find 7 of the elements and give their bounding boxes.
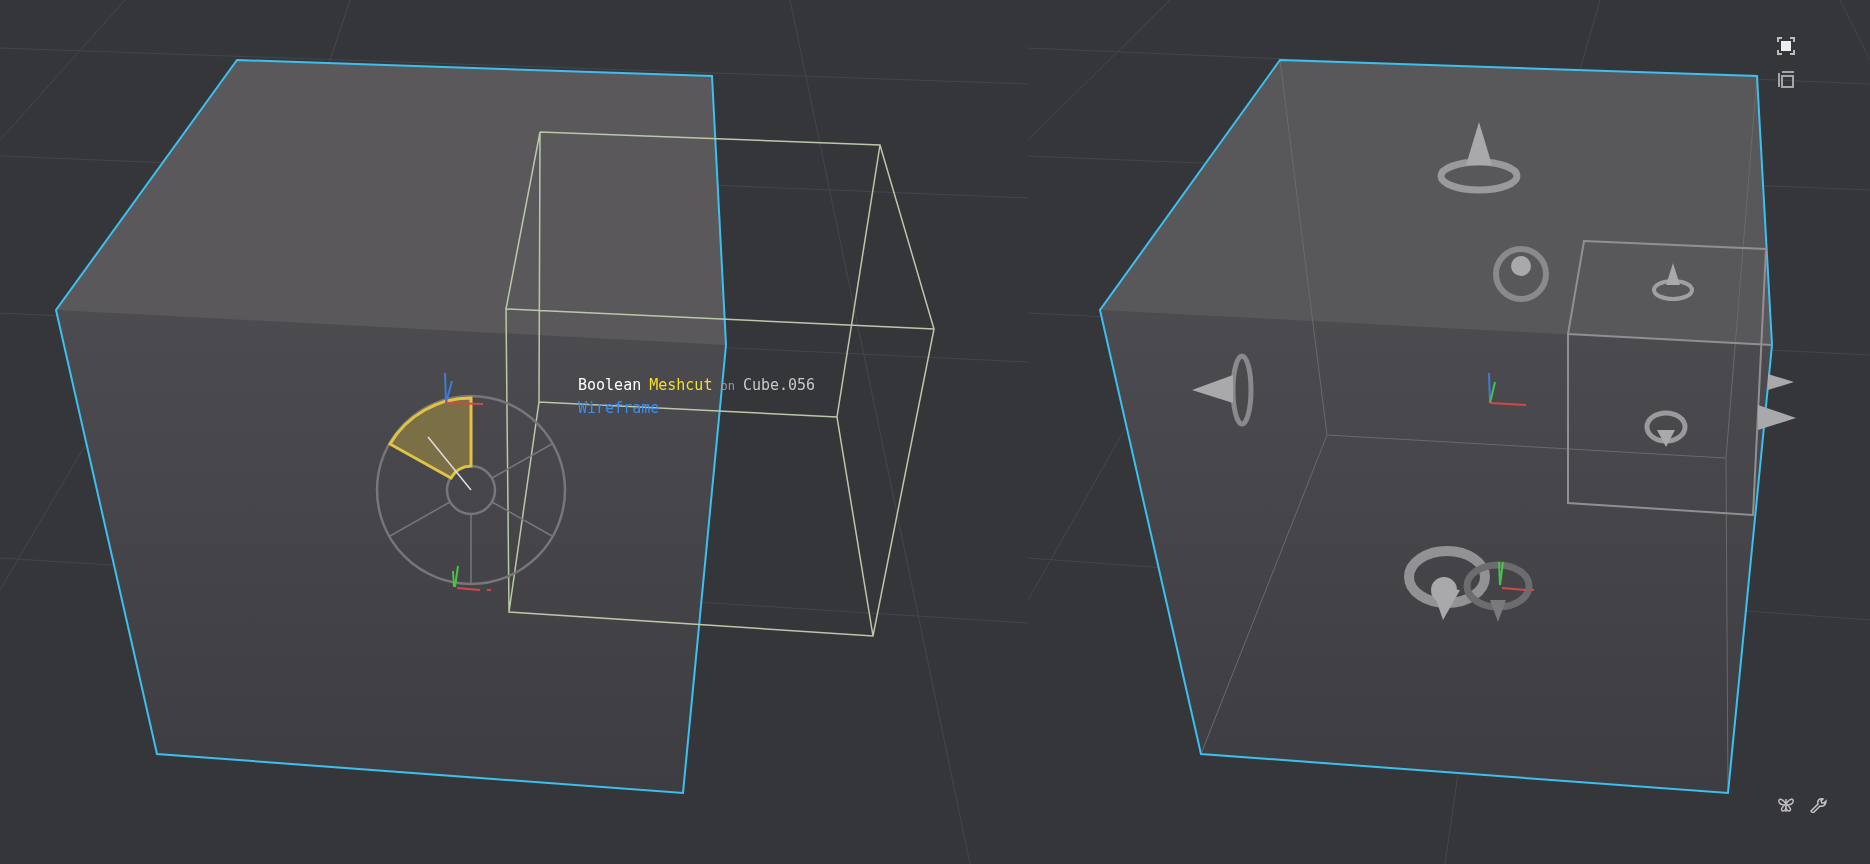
object-name: Cube.056 <box>742 375 816 396</box>
label-word: Meshcut <box>649 375 713 396</box>
butterfly-icon[interactable] <box>1777 797 1795 813</box>
fullscreen-icon[interactable] <box>1777 37 1795 55</box>
window-icon[interactable] <box>1777 70 1795 88</box>
wrench-icon[interactable] <box>1809 797 1827 813</box>
label-word: Boolean <box>578 375 642 396</box>
